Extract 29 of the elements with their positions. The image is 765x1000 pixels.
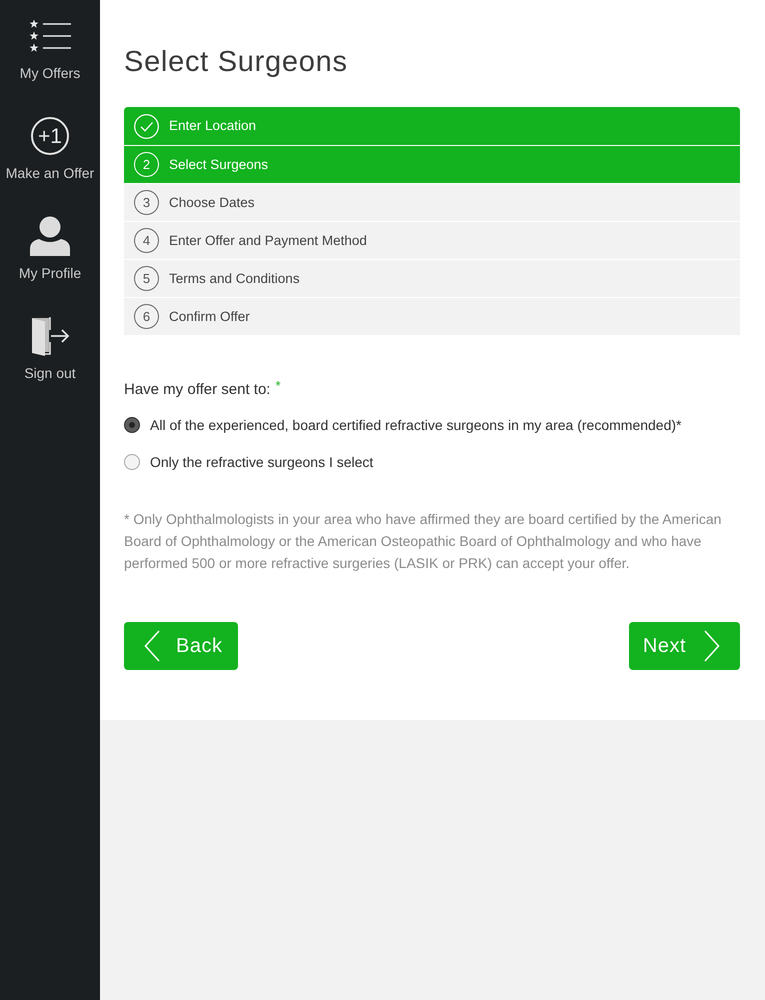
person-silhouette-icon [30, 216, 70, 256]
door-exit-icon [30, 316, 70, 356]
step-label: Choose Dates [169, 194, 255, 212]
step-number: 2 [134, 152, 159, 177]
step-label: Enter Offer and Payment Method [169, 232, 367, 250]
radio-button[interactable] [124, 417, 140, 433]
step-number: 5 [134, 266, 159, 291]
plus-one-icon: +1 [31, 117, 69, 155]
step-label: Select Surgeons [169, 156, 268, 174]
step-number: 3 [134, 190, 159, 215]
sidebar-item[interactable]: My Profile [0, 200, 100, 300]
option-label: Only the refractive surgeons I select [150, 453, 374, 472]
sidebar-item[interactable]: +1 Make an Offer [0, 100, 100, 200]
page-title: Select Surgeons [124, 45, 349, 80]
required-mark: * [275, 379, 281, 393]
starred-list-icon [29, 20, 71, 52]
chevron-right-icon [704, 630, 720, 662]
step-label: Terms and Conditions [169, 270, 300, 288]
field-label: Have my offer sent to: [124, 380, 270, 400]
step-number: 4 [134, 228, 159, 253]
chevron-left-icon [144, 630, 160, 662]
step-number: 6 [134, 304, 159, 329]
footnote-text: * Only Ophthalmologists in your area who have affirmed they are board certified by the American Board of Ophthalmology or the American Osteopathic Board of Ophthalmology and who have performed 500 or more refractive surgeries (LASIK or PRK) can accept your offer. [124, 510, 722, 573]
radio-button[interactable] [124, 454, 140, 470]
sidebar-item[interactable]: Sign out [0, 300, 100, 400]
step-label: Confirm Offer [169, 308, 250, 326]
option-label: All of the experienced, board certified refractive surgeons in my area (recommended)* [150, 416, 682, 435]
sidebar-item[interactable]: My Offers [0, 0, 100, 100]
step-label: Enter Location [169, 117, 256, 135]
